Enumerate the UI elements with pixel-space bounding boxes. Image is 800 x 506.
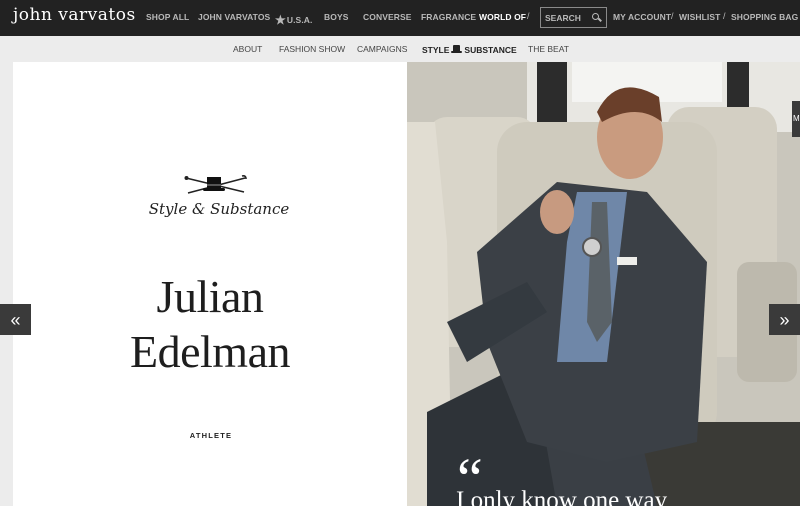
search-box[interactable] — [540, 7, 607, 28]
feature-role: ATHLETE — [189, 431, 233, 440]
nav-boys[interactable]: BOYS — [324, 12, 349, 22]
nav-separator: / — [723, 11, 726, 21]
subnav-about[interactable]: ABOUT — [233, 44, 262, 54]
secondary-navigation-bar: ABOUT FASHION SHOW CAMPAIGNS STYLE SUBSTA… — [0, 36, 800, 62]
subnav-style-label: STYLE — [422, 45, 450, 55]
subnav-fashion-show[interactable]: FASHION SHOW — [279, 44, 345, 54]
subnav-campaigns[interactable]: CAMPAIGNS — [357, 44, 407, 54]
next-slide-button[interactable]: » — [769, 304, 800, 335]
star-icon: ★ — [275, 13, 286, 27]
subnav-substance-label: SUBSTANCE — [464, 45, 517, 55]
subnav-the-beat[interactable]: THE BEAT — [528, 44, 569, 54]
series-title: Style & Substance — [148, 200, 290, 218]
nav-shop-all[interactable]: SHOP ALL — [146, 12, 189, 22]
side-tab[interactable]: M — [792, 101, 800, 137]
nav-usa[interactable]: ★U.S.A. — [275, 12, 313, 27]
nav-shopping-bag[interactable]: SHOPPING BAG — [731, 12, 798, 22]
double-chevron-right-icon: » — [779, 309, 790, 330]
search-input[interactable] — [545, 12, 591, 23]
nav-my-account[interactable]: MY ACCOUNT — [613, 12, 671, 22]
hat-and-cane-emblem-icon — [184, 175, 247, 194]
nav-usa-label: U.S.A. — [286, 15, 313, 25]
nav-converse[interactable]: CONVERSE — [363, 12, 412, 22]
feature-photo — [407, 62, 800, 506]
feature-first-name: Julian — [156, 271, 264, 322]
feature-last-name: Edelman — [130, 326, 291, 377]
feature-quote: I only know one way — [456, 487, 668, 506]
subnav-style-substance[interactable]: STYLE SUBSTANCE — [422, 44, 517, 55]
nav-world-of[interactable]: WORLD OF — [479, 12, 526, 22]
double-chevron-left-icon: « — [10, 309, 21, 330]
previous-slide-button[interactable]: « — [0, 304, 31, 335]
nav-fragrance[interactable]: FRAGRANCE — [421, 12, 476, 22]
nav-wishlist[interactable]: WISHLIST — [679, 12, 720, 22]
top-hat-icon — [451, 45, 463, 54]
nav-separator: / — [671, 11, 674, 21]
athlete-photo-illustration — [407, 62, 800, 506]
top-navigation-bar: john varvatos SHOP ALL JOHN VARVATOS ★U.… — [0, 0, 800, 36]
nav-separator: / — [527, 11, 530, 21]
search-icon[interactable] — [591, 12, 603, 24]
brand-logo[interactable]: john varvatos — [13, 5, 136, 25]
nav-john-varvatos[interactable]: JOHN VARVATOS — [198, 12, 270, 22]
